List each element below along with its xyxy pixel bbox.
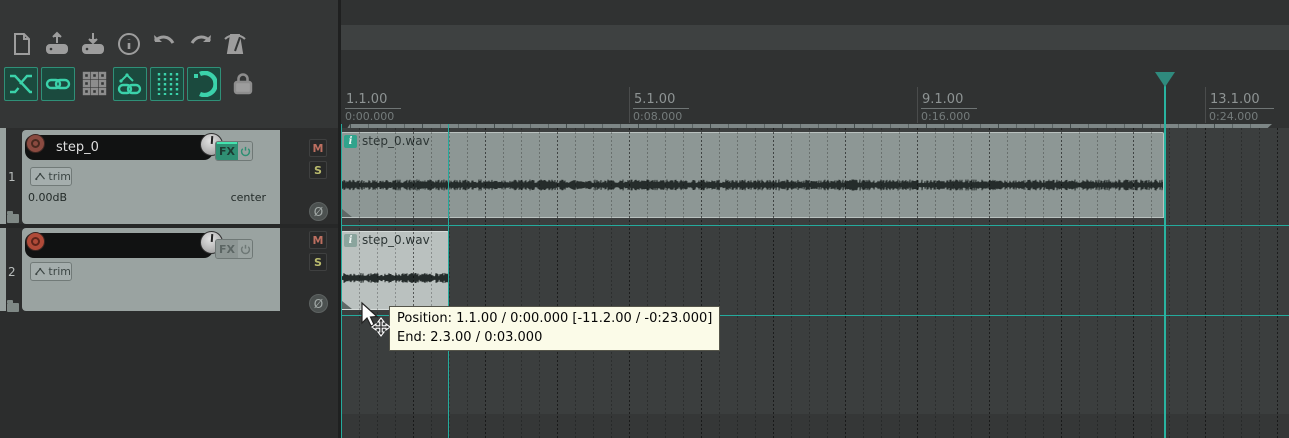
item-title: step_0.wav (362, 134, 430, 148)
edit-cursor-handle[interactable] (1155, 72, 1175, 87)
redo-icon[interactable] (188, 30, 214, 58)
locking-toggle[interactable] (226, 67, 260, 101)
fx-button[interactable]: FX (215, 239, 253, 259)
edit-guide-line-track-top (341, 225, 1289, 226)
fx-power-icon[interactable] (238, 142, 252, 160)
track-name-input[interactable]: step_0 (25, 135, 213, 160)
save-project-icon[interactable] (80, 30, 106, 58)
folder-indent-icon[interactable] (7, 303, 19, 312)
gain-readout[interactable]: 0.00dB (28, 191, 67, 204)
phase-button[interactable]: Ø (309, 294, 328, 313)
media-item-selected[interactable]: i step_0.wav (341, 231, 449, 310)
main-toolbar (0, 0, 338, 128)
record-arm-button[interactable] (26, 232, 45, 251)
track-number: 2 (8, 265, 16, 279)
fx-label[interactable]: FX (216, 240, 238, 258)
tooltip-end-line: End: 2.3.00 / 0:03.000 (397, 328, 712, 347)
fade-in-handle[interactable] (342, 209, 352, 217)
pan-readout[interactable]: center (231, 191, 266, 204)
tcp-left-grip[interactable] (0, 128, 6, 311)
project-settings-icon[interactable] (116, 30, 142, 58)
trim-label: trim (48, 170, 71, 183)
edit-guide-line-item-start (341, 124, 342, 438)
mute-button[interactable]: M (309, 139, 327, 157)
track-control-panel-area: 1 step_0 FX trim 0.00dB center M S Ø (0, 128, 338, 438)
item-info-icon[interactable]: i (344, 135, 357, 148)
gain-pan-row: 0.00dB center (28, 191, 266, 204)
folder-indent-icon[interactable] (7, 214, 19, 223)
horizontal-scrollbar[interactable] (338, 25, 1289, 50)
new-project-icon[interactable] (9, 30, 35, 58)
item-info-icon[interactable]: i (344, 234, 357, 247)
auto-crossfade-toggle[interactable] (4, 67, 38, 101)
ruler-mark: 13.1.000:24.000 (1209, 88, 1274, 123)
ruler-mark: 9.1.000:16.000 (921, 88, 977, 123)
edit-cursor[interactable] (1164, 73, 1166, 438)
item-title: step_0.wav (362, 233, 430, 247)
fx-label[interactable]: FX (216, 142, 238, 160)
mouse-cursor-move-icon (358, 301, 400, 343)
trim-envelope-button[interactable]: trim (30, 262, 72, 281)
snap-toggle[interactable] (150, 67, 184, 101)
track-panel-2[interactable]: FX trim (22, 228, 280, 311)
fx-button[interactable]: FX (215, 141, 253, 161)
track-panel-1[interactable]: step_0 FX trim 0.00dB center (22, 130, 280, 224)
ruler-mark: 5.1.000:08.000 (633, 88, 689, 123)
solo-button[interactable]: S (309, 253, 327, 271)
fade-in-handle[interactable] (342, 301, 352, 309)
trim-label: trim (48, 265, 71, 278)
fx-power-icon[interactable] (238, 240, 252, 258)
timeline-ruler[interactable]: 1.1.000:00.000 5.1.000:08.000 9.1.000:16… (338, 85, 1289, 124)
track-number: 1 (8, 170, 16, 184)
open-project-icon[interactable] (44, 30, 70, 58)
track-name-input[interactable] (25, 233, 213, 258)
relative-snap-toggle[interactable] (187, 67, 221, 101)
arrange-area[interactable]: i step_0.wav i step_0.wav (341, 128, 1289, 438)
ruler-mark: 1.1.000:00.000 (345, 88, 401, 123)
record-arm-button[interactable] (26, 134, 45, 153)
tooltip-position-line: Position: 1.1.00 / 0:00.000 [-11.2.00 / … (397, 309, 712, 328)
undo-icon[interactable] (151, 30, 177, 58)
trim-envelope-button[interactable]: trim (30, 167, 72, 186)
solo-button[interactable]: S (309, 161, 327, 179)
edit-guide-line-item-end (448, 124, 449, 438)
metronome-icon[interactable] (222, 30, 248, 58)
reaper-window: 1 step_0 FX trim 0.00dB center M S Ø (0, 0, 1289, 438)
media-item[interactable]: i step_0.wav (341, 132, 1164, 218)
drag-tooltip: Position: 1.1.00 / 0:00.000 [-11.2.00 / … (389, 306, 720, 351)
ripple-edit-toggle[interactable] (78, 67, 112, 101)
envelope-points-follow-toggle[interactable] (113, 67, 147, 101)
phase-button[interactable]: Ø (309, 202, 328, 221)
mute-button[interactable]: M (309, 231, 327, 249)
item-grouping-toggle[interactable] (41, 67, 75, 101)
waveform (342, 133, 1164, 218)
